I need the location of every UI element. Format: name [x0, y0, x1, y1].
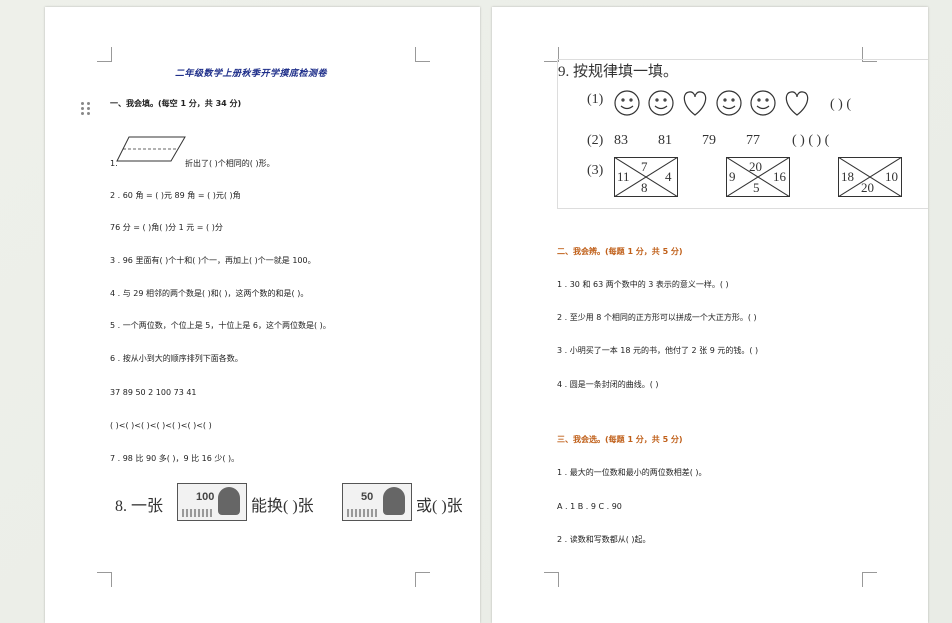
question-8-prefix: 8. 一张 — [115, 498, 164, 515]
row-1-label: (1) — [587, 92, 604, 107]
envelope-1-left: 11 — [617, 169, 630, 184]
crop-mark-bottom-right — [862, 572, 877, 587]
envelope-2-bottom: 5 — [753, 180, 760, 195]
row-1-blanks: ( ) ( — [830, 97, 851, 112]
envelope-2-top: 20 — [749, 159, 762, 174]
envelope-2: 20 9 16 5 — [726, 157, 790, 197]
section-3-title: 三、我会选。(每题 1 分，共 5 分) — [557, 435, 683, 444]
question-2-line-1: 2 . 60 角 = ( )元 89 角 = ( )元( )角 — [110, 191, 241, 200]
row-3-label: (3) — [587, 163, 604, 178]
section-2-question-2: 2 . 至少用 8 个相同的正方形可以拼成一个大正方形。( ) — [557, 313, 757, 322]
question-9-title: 9. 按规律填一填。 — [558, 64, 679, 80]
envelope-1-right: 4 — [665, 169, 672, 184]
envelope-3: 18 10 20 — [838, 157, 902, 197]
question-1: 折出了( )个相同的( )形。 — [185, 159, 275, 168]
envelope-3-right: 10 — [885, 169, 898, 184]
section-3-question-1: 1 . 最大的一位数和最小的两位数相差( )。 — [557, 468, 707, 477]
crop-mark-top-left — [97, 47, 112, 62]
question-2-line-2: 76 分 = ( )角( )分 1 元 = ( )分 — [110, 223, 223, 232]
envelope-3-bottom: 20 — [861, 180, 874, 195]
section-3-question-2: 2 . 读数和写数都从( )起。 — [557, 535, 651, 544]
question-6: 6 . 按从小到大的顺序排列下面各数。 — [110, 354, 243, 363]
pattern-shapes-row — [614, 90, 809, 116]
question-8-suffix: 或( )张 — [416, 498, 463, 515]
banknote-50-image: 50 — [342, 483, 412, 521]
page-left: 二年级数学上册秋季开学摸底检测卷 一、我会填。(每空 1 分，共 34 分) 1… — [45, 7, 480, 623]
document-title: 二年级数学上册秋季开学摸底检测卷 — [175, 69, 328, 79]
section-2-title: 二、我会辨。(每题 1 分，共 5 分) — [557, 247, 683, 256]
question-5: 5 . 一个两位数，个位上是 5，十位上是 6，这个两位数是( )。 — [110, 321, 331, 330]
envelope-2-right: 16 — [773, 169, 786, 184]
question-6-numbers: 37 89 50 2 100 73 41 — [110, 388, 197, 397]
section-1-title: 一、我会填。(每空 1 分，共 34 分) — [110, 99, 242, 108]
envelope-1-bottom: 8 — [641, 180, 648, 195]
question-6-blanks: ( )<( )<( )<( )<( )<( )<( ) — [110, 421, 212, 430]
question-7: 7 . 98 比 90 多( )，9 比 16 少( )。 — [110, 454, 240, 463]
section-2-question-4: 4 . 圆是一条封闭的曲线。( ) — [557, 380, 659, 389]
section-2-question-3: 3 . 小明买了一本 18 元的书，他付了 2 张 9 元的钱。( ) — [557, 346, 759, 355]
banknote-50-value: 50 — [361, 491, 374, 503]
question-1-number: 1. — [110, 159, 118, 168]
section-3-question-1-options: A . 1 B . 9 C . 90 — [557, 502, 622, 511]
drag-handle-icon[interactable] — [81, 102, 91, 116]
row-2-number: 79 — [702, 133, 716, 148]
banknote-100-image: 100 — [177, 483, 247, 521]
row-2-blanks: ( ) ( ) ( — [792, 133, 830, 148]
crop-mark-bottom-left — [544, 572, 559, 587]
row-2-number: 81 — [658, 133, 672, 148]
page-right: 9. 按规律填一填。 (1) ( ) ( (2) 83 81 79 77 ( )… — [492, 7, 928, 623]
envelope-3-left: 18 — [841, 169, 854, 184]
crop-mark-bottom-right — [415, 572, 430, 587]
envelope-2-left: 9 — [729, 169, 736, 184]
envelope-1: 7 11 4 8 — [614, 157, 678, 197]
row-2-label: (2) — [587, 133, 604, 148]
banknote-100-value: 100 — [196, 491, 215, 503]
section-2-question-1: 1 . 30 和 63 两个数中的 3 表示的意义一样。( ) — [557, 280, 729, 289]
question-8-middle: 能换( )张 — [251, 498, 314, 515]
question-4: 4 . 与 29 相邻的两个数是( )和( )，这两个数的和是( )。 — [110, 289, 309, 298]
parallelogram-figure — [116, 136, 186, 162]
row-2-number: 77 — [746, 133, 760, 148]
row-2-number: 83 — [614, 133, 628, 148]
crop-mark-top-right — [415, 47, 430, 62]
question-3: 3 . 96 里面有( )个十和( )个一，再加上( )个一就是 100。 — [110, 256, 316, 265]
envelope-1-top: 7 — [641, 159, 648, 174]
crop-mark-bottom-left — [97, 572, 112, 587]
